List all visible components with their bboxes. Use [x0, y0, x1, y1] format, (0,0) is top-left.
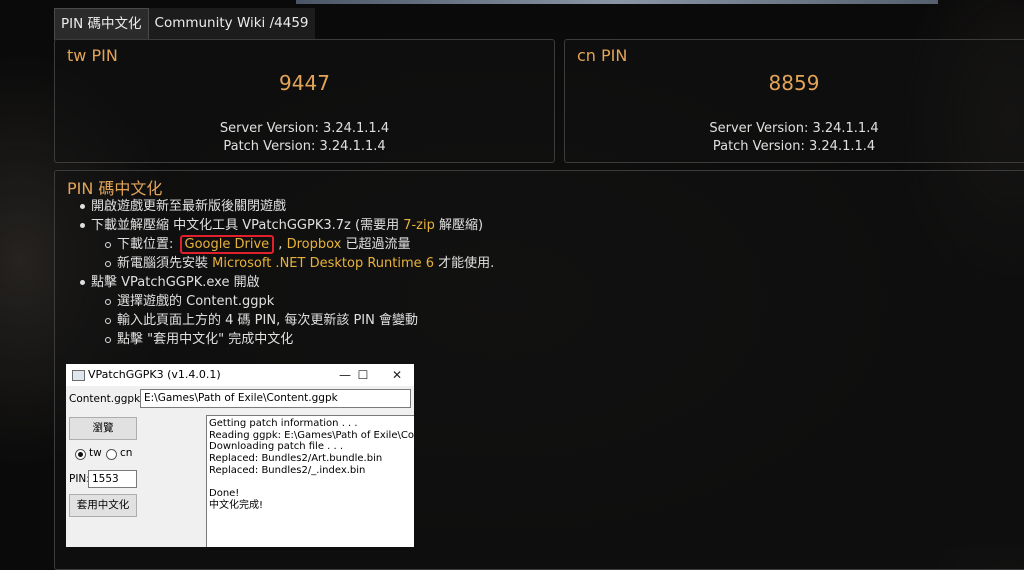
circle-bullet-icon — [105, 318, 111, 324]
step-text: 下載位置: — [117, 237, 178, 252]
pin-label: PIN: — [69, 473, 90, 485]
bullet-icon — [80, 223, 85, 228]
radio-cn[interactable] — [106, 449, 117, 460]
bullet-icon — [80, 280, 85, 285]
highlight-box: Google Drive — [179, 235, 275, 254]
vpatch-window-screenshot: VPatchGGPK3 (v1.4.0.1) — ☐ ✕ Content.ggp… — [66, 364, 414, 547]
step-text: 開啟遊戲更新至最新版後關閉遊戲 — [91, 199, 287, 214]
pin-value: 8859 — [768, 71, 820, 95]
window-titlebar: VPatchGGPK3 (v1.4.0.1) — ☐ ✕ — [66, 364, 414, 386]
window-title: VPatchGGPK3 (v1.4.0.1) — [88, 368, 221, 381]
server-version: Server Version: 3.24.1.1.4 — [219, 121, 390, 136]
instruction-list: 開啟遊戲更新至最新版後關閉遊戲 下載並解壓縮 中文化工具 VPatchGGPK3… — [55, 197, 955, 349]
log-line: Getting patch information . . . — [209, 418, 358, 429]
browse-button[interactable]: 瀏覽 — [69, 417, 137, 440]
google-drive-link[interactable]: Google Drive — [185, 237, 270, 252]
step-text: 才能使用. — [434, 256, 495, 271]
content-path-field[interactable]: E:\Games\Path of Exile\Content.ggpk — [140, 389, 411, 408]
card-title: tw PIN — [67, 46, 118, 65]
step-text: 新電腦須先安裝 — [117, 256, 213, 271]
patch-version: Patch Version: 3.24.1.1.4 — [712, 139, 876, 154]
log-line: Downloading patch file . . . — [209, 441, 344, 453]
radio-tw-label: tw — [89, 447, 102, 459]
step-text: 下載並解壓縮 中文化工具 VPatchGGPK3.7z (需要用 — [91, 218, 404, 233]
patch-version: Patch Version: 3.24.1.1.4 — [223, 139, 386, 154]
list-item: 新電腦須先安裝 Microsoft .NET Desktop Runtime 6… — [55, 254, 955, 273]
log-line: Reading ggpk: E:\Games\Path of Exile\Con… — [209, 429, 414, 441]
pin-input[interactable]: 1553 — [88, 470, 137, 488]
step-text: 點擊 "套用中文化" 完成中文化 — [117, 332, 294, 347]
pin-value: 9447 — [279, 71, 330, 95]
tab-community-wiki[interactable]: Community Wiki /4459 — [148, 8, 315, 39]
separator-text: , — [274, 237, 287, 252]
log-line: Replaced: Bundles2/_.index.bin — [209, 464, 366, 476]
server-version: Server Version: 3.24.1.1.4 — [709, 121, 879, 136]
tab-pin-localization[interactable]: PIN 碼中文化 — [54, 8, 149, 40]
card-title: cn PIN — [577, 46, 628, 65]
circle-bullet-icon — [105, 337, 111, 343]
list-item: 點擊 VPatchGGPK.exe 開啟 — [55, 273, 955, 292]
step-text: 點擊 VPatchGGPK.exe 開啟 — [91, 275, 260, 290]
tw-pin-card: tw PIN 9447 Server Version: 3.24.1.1.4 P… — [54, 39, 555, 163]
tab-bar: PIN 碼中文化 Community Wiki /4459 — [54, 8, 315, 40]
log-line: 中文化完成! — [209, 499, 264, 511]
list-item: 輸入此頁面上方的 4 碼 PIN, 每次更新該 PIN 會變動 — [55, 311, 955, 330]
dotnet-runtime-link[interactable]: Microsoft .NET Desktop Runtime 6 — [212, 256, 434, 271]
bullet-icon — [80, 204, 85, 209]
cn-pin-card: cn PIN 8859 Server Version: 3.24.1.1.4 P… — [564, 39, 1024, 163]
list-item: 點擊 "套用中文化" 完成中文化 — [55, 330, 955, 349]
list-item: 選擇遊戲的 Content.ggpk — [55, 292, 955, 311]
circle-bullet-icon — [105, 242, 111, 248]
close-button[interactable]: ✕ — [380, 364, 414, 386]
circle-bullet-icon — [105, 299, 111, 305]
circle-bullet-icon — [105, 261, 111, 267]
list-item: 開啟遊戲更新至最新版後關閉遊戲 — [55, 197, 955, 216]
step-text: 已超過流量 — [341, 237, 411, 252]
step-text: 選擇遊戲的 Content.ggpk — [117, 294, 275, 309]
radio-cn-label: cn — [120, 447, 133, 459]
list-item: 下載位置: Google Drive , Dropbox 已超過流量 — [55, 235, 955, 254]
maximize-button[interactable]: ☐ — [346, 364, 380, 386]
step-text: 解壓縮) — [434, 218, 484, 233]
log-line: Replaced: Bundles2/Art.bundle.bin — [209, 453, 383, 465]
log-line: Done! — [209, 488, 240, 500]
apply-localization-button[interactable]: 套用中文化 — [69, 494, 137, 517]
step-text: 輸入此頁面上方的 4 碼 PIN, 每次更新該 PIN 會變動 — [117, 313, 418, 328]
list-item: 下載並解壓縮 中文化工具 VPatchGGPK3.7z (需要用 7-zip 解… — [55, 216, 955, 235]
dropbox-link[interactable]: Dropbox — [287, 237, 342, 252]
7zip-link[interactable]: 7-zip — [403, 218, 435, 233]
guide-title: PIN 碼中文化 — [67, 179, 163, 198]
content-ggpk-label: Content.ggpk: — [69, 393, 144, 405]
app-icon — [72, 370, 85, 381]
top-banner-image — [296, 0, 938, 4]
log-output: Getting patch information . . . Reading … — [206, 415, 414, 547]
radio-tw[interactable] — [75, 449, 86, 460]
